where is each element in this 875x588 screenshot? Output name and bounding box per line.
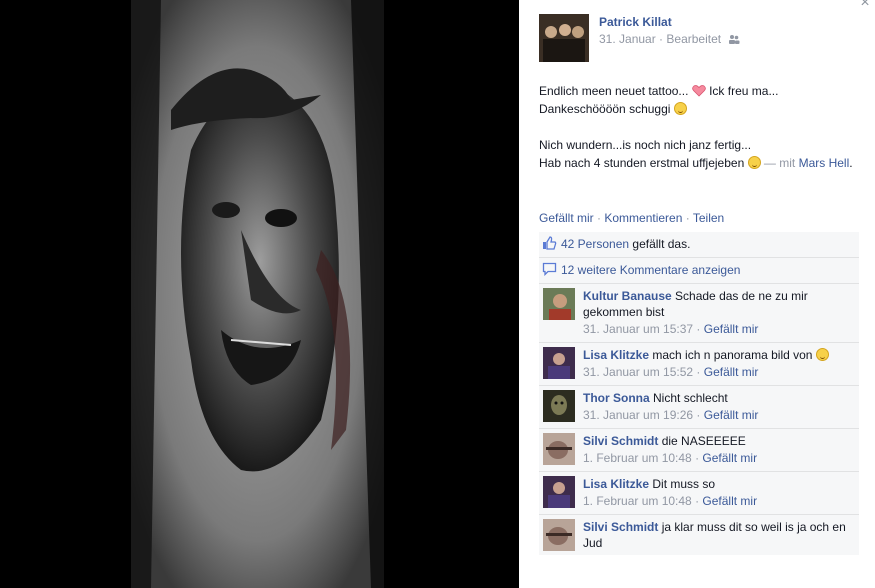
post-line-3: Nich wundern...is noch nich janz fertig.…	[539, 138, 752, 152]
comment-text: Nicht schlecht	[653, 391, 728, 405]
post-line-2: Dankeschöööön schuggi	[539, 100, 861, 118]
likes-count-link[interactable]: 42 Personen	[561, 237, 629, 251]
edited-link[interactable]: Bearbeitet	[666, 32, 721, 46]
author-name-link[interactable]: Patrick Killat	[599, 15, 672, 29]
comment-text: mach ich n panorama bild von	[652, 348, 816, 362]
post-panel: × Patrick Killat 31. Januar · Bearbeitet…	[519, 0, 875, 588]
commenter-avatar[interactable]	[543, 519, 575, 551]
meta-separator: ·	[655, 32, 667, 46]
comment-item: Silvi Schmidt ja klar muss dit so weil i…	[539, 515, 859, 555]
comment-item: Kultur Banause Schade das de ne zu mir g…	[539, 284, 859, 343]
comment-like-link[interactable]: Gefällt mir	[704, 365, 759, 379]
commenter-avatar[interactable]	[543, 288, 575, 320]
tattoo-photo	[131, 0, 384, 588]
comment-item: Lisa Klitzke Dit muss so 1. Februar um 1…	[539, 472, 859, 515]
post-line-4: Hab nach 4 stunden erstmal uffjejeben — …	[539, 156, 853, 170]
comment-like-link[interactable]: Gefällt mir	[704, 322, 759, 336]
comment-item: Silvi Schmidt die NASEEEEE 1. Februar um…	[539, 429, 859, 472]
comment-time[interactable]: 31. Januar um 15:37	[583, 322, 693, 336]
likes-summary: 42 Personen gefällt das.	[561, 237, 691, 251]
comment-time[interactable]: 31. Januar um 15:52	[583, 365, 693, 379]
post-date-link[interactable]: 31. Januar	[599, 32, 656, 46]
grin-emoji-icon	[815, 348, 829, 361]
commenter-avatar[interactable]	[543, 433, 575, 465]
comment-like-link[interactable]: Gefällt mir	[702, 451, 757, 465]
comment-text: die NASEEEEE	[661, 434, 746, 448]
author-avatar[interactable]	[539, 14, 589, 62]
post-meta: 31. Januar · Bearbeitet	[599, 32, 740, 46]
commenter-name-link[interactable]: Lisa Klitzke	[583, 477, 649, 491]
comment-action-link[interactable]: Kommentieren	[604, 211, 682, 225]
commenter-avatar[interactable]	[543, 347, 575, 379]
heart-icon	[691, 85, 706, 97]
grin-emoji-icon	[747, 156, 761, 169]
tattoo-illustration	[131, 0, 384, 588]
comment-time[interactable]: 1. Februar um 10:48	[583, 451, 692, 465]
post-line-1: Endlich meen neuet tattoo... Ick freu ma…	[539, 84, 779, 98]
likes-row: 42 Personen gefällt das.	[539, 232, 859, 258]
commenter-name-link[interactable]: Kultur Banause	[583, 289, 672, 303]
comment-bubble-icon	[542, 262, 557, 276]
comment-item: Thor Sonna Nicht schlecht 31. Januar um …	[539, 386, 859, 429]
post-line-blank	[539, 118, 861, 136]
tagged-friend-link[interactable]: Mars Hell	[799, 156, 850, 170]
commenter-avatar[interactable]	[543, 390, 575, 422]
comment-time[interactable]: 1. Februar um 10:48	[583, 494, 692, 508]
close-icon[interactable]: ×	[858, 0, 872, 11]
friends-audience-icon[interactable]	[728, 34, 740, 45]
commenter-avatar[interactable]	[543, 476, 575, 508]
commenter-name-link[interactable]: Silvi Schmidt	[583, 520, 658, 534]
more-comments-row[interactable]: 12 weitere Kommentare anzeigen	[539, 258, 859, 284]
more-comments-link[interactable]: 12 weitere Kommentare anzeigen	[561, 258, 740, 282]
share-action-link[interactable]: Teilen	[693, 211, 724, 225]
post-actions: Gefällt mir · Kommentieren · Teilen	[539, 211, 725, 225]
commenter-name-link[interactable]: Thor Sonna	[583, 391, 650, 405]
feedback-box: 42 Personen gefällt das. 12 weitere Komm…	[539, 232, 859, 555]
photo-viewer	[0, 0, 519, 588]
comment-time[interactable]: 31. Januar um 19:26	[583, 408, 693, 422]
smile-emoji-icon	[673, 102, 687, 115]
comment-like-link[interactable]: Gefällt mir	[704, 408, 759, 422]
like-action-link[interactable]: Gefällt mir	[539, 211, 594, 225]
post-body: Endlich meen neuet tattoo... Ick freu ma…	[539, 82, 861, 172]
thumbs-up-icon	[543, 236, 557, 250]
comment-item: Lisa Klitzke mach ich n panorama bild vo…	[539, 343, 859, 386]
commenter-name-link[interactable]: Lisa Klitzke	[583, 348, 649, 362]
comment-text: Dit muss so	[652, 477, 716, 491]
commenter-name-link[interactable]: Silvi Schmidt	[583, 434, 658, 448]
comment-like-link[interactable]: Gefällt mir	[702, 494, 757, 508]
